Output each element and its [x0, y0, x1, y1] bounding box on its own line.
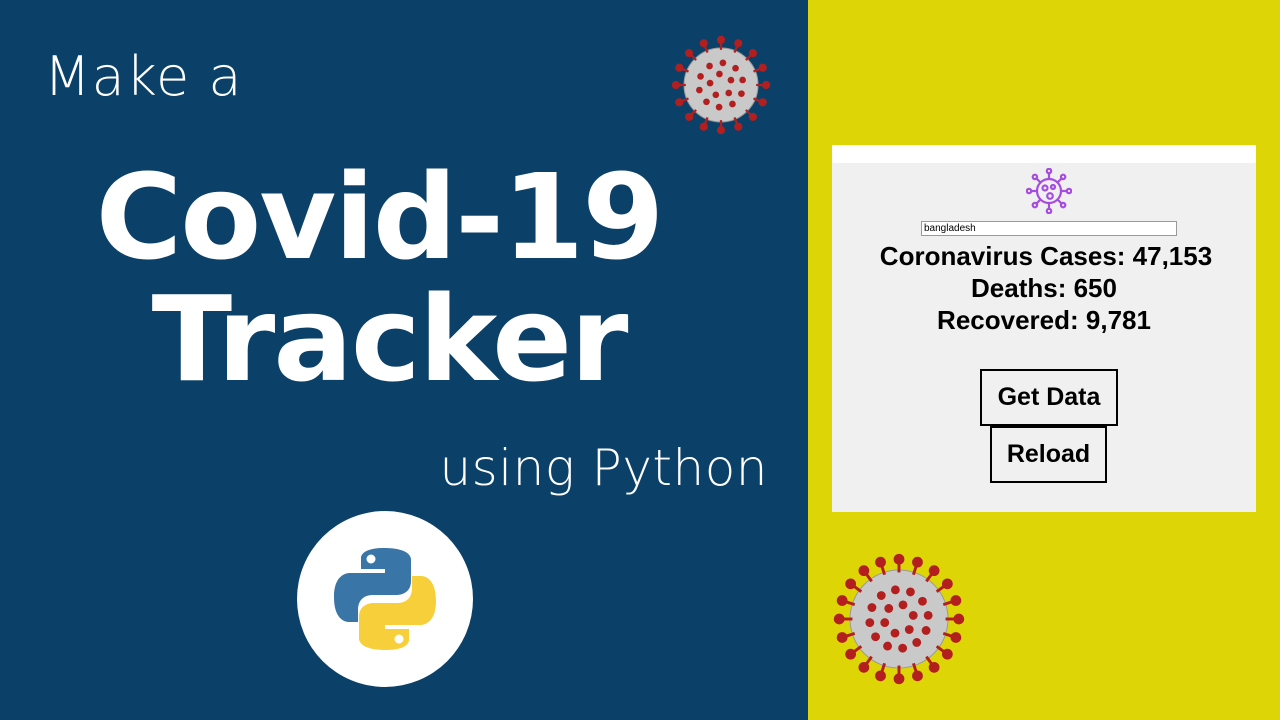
country-input[interactable]	[921, 221, 1177, 236]
intro-text: Make a	[44, 45, 243, 108]
subtitle-text: using Python	[439, 439, 768, 497]
window-titlebar[interactable]	[832, 145, 1256, 163]
python-logo	[297, 511, 473, 687]
headline-tracker: Tracker	[151, 270, 629, 408]
deaths-label: Deaths: 650	[971, 273, 1117, 303]
virus-outline-icon	[1025, 167, 1073, 218]
app-window: Coronavirus Cases: 47,153 Deaths: 650 Re…	[832, 145, 1256, 512]
cases-label: Coronavirus Cases: 47,153	[879, 241, 1213, 271]
headline-covid: Covid-19	[95, 148, 665, 286]
python-logo-icon	[334, 548, 436, 650]
coronavirus-icon	[668, 32, 774, 142]
reload-button[interactable]: Reload	[990, 426, 1107, 483]
get-data-button[interactable]: Get Data	[980, 369, 1118, 426]
coronavirus-icon	[830, 550, 968, 692]
recovered-label: Recovered: 9,781	[937, 305, 1151, 335]
